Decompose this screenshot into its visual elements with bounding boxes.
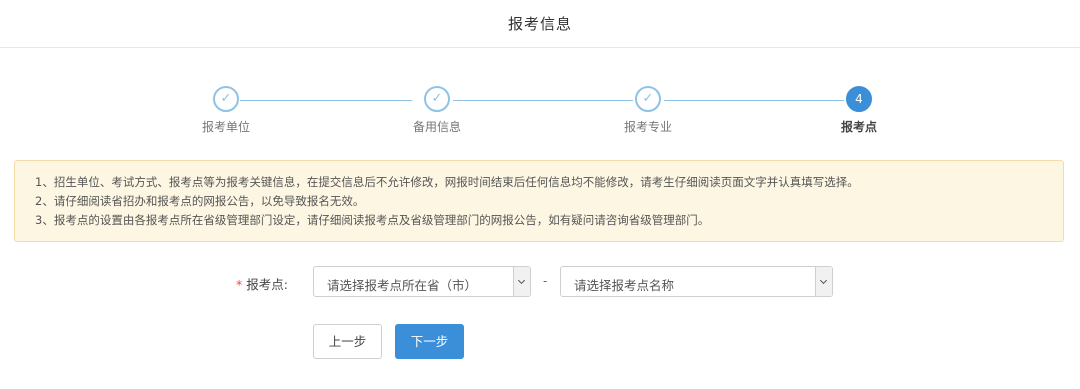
step-baokao-zhuanye: ✓ 报考专业 [593, 86, 703, 135]
step-label: 报考点 [840, 120, 877, 134]
prev-step-button[interactable]: 上一步 [313, 324, 382, 359]
notice-box: 1、招生单位、考试方式、报考点等为报考关键信息，在提交信息后不允许修改，网报时间… [14, 160, 1064, 242]
province-select-value: 请选择报考点所在省（市） [327, 278, 478, 293]
notice-line: 2、请仔细阅读省招办和报考点的网报公告，以免导致报名无效。 [35, 194, 365, 208]
exam-site-row: * 报考点: 请选择报考点所在省（市） - 请选择报考点名称 [0, 266, 1080, 298]
step-label: 备用信息 [412, 120, 461, 134]
notice-line: 1、招生单位、考试方式、报考点等为报考关键信息，在提交信息后不允许修改，网报时间… [35, 175, 859, 189]
next-step-button[interactable]: 下一步 [395, 324, 464, 359]
required-mark: * [236, 277, 243, 292]
step-number: 4 [846, 86, 872, 112]
site-name-select-value: 请选择报考点名称 [574, 278, 675, 293]
step-label: 报考专业 [623, 120, 672, 134]
step-baokao-dian: 4 报考点 [804, 86, 914, 135]
chevron-down-icon[interactable] [815, 267, 832, 296]
check-icon: ✓ [424, 86, 450, 112]
chevron-down-icon[interactable] [513, 267, 530, 296]
step-beiyong-xinxi: ✓ 备用信息 [382, 86, 492, 135]
check-icon: ✓ [635, 86, 661, 112]
progress-steps: ✓ 报考单位 ✓ 备用信息 ✓ 报考专业 4 报考点 [0, 86, 1080, 146]
page-header: 报考信息 [0, 0, 1080, 48]
page-title: 报考信息 [507, 15, 572, 33]
province-select[interactable]: 请选择报考点所在省（市） [313, 266, 531, 297]
notice-line: 3、报考点的设置由各报考点所在省级管理部门设定，请仔细阅读报考点及省级管理部门的… [35, 213, 710, 227]
step-baokao-danwei: ✓ 报考单位 [171, 86, 281, 135]
exam-site-label-text: 报考点: [246, 277, 288, 292]
step-label: 报考单位 [201, 120, 250, 134]
site-name-select[interactable]: 请选择报考点名称 [560, 266, 833, 297]
separator: - [543, 274, 548, 288]
check-icon: ✓ [213, 86, 239, 112]
exam-site-label: * 报考点: [236, 274, 288, 293]
